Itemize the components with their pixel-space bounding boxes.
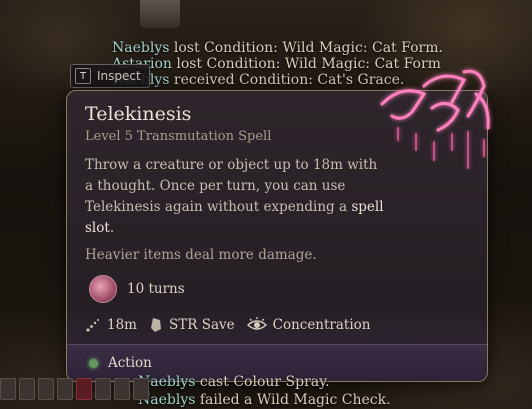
range-label: 18m <box>107 317 137 333</box>
concentration-label: Concentration <box>272 317 371 333</box>
duration-label: 10 turns <box>127 281 185 297</box>
spell-note: Heavier items deal more damage. <box>85 247 317 263</box>
hotbar-slot[interactable] <box>57 378 73 400</box>
log-line: Naeblys failed a Wild Magic Check. <box>138 392 391 408</box>
hotbar <box>0 378 149 400</box>
hotbar-slot[interactable] <box>0 378 16 400</box>
spell-subtitle: Level 5 Transmutation Spell <box>85 129 272 144</box>
character-figure <box>140 0 180 28</box>
log-line: Naeblys lost Condition: Wild Magic: Cat … <box>112 40 443 56</box>
concentration-property: Concentration <box>246 317 371 333</box>
save-icon <box>150 318 161 332</box>
log-line: Naeblys cast Colour Spray. <box>138 374 330 390</box>
concentration-icon <box>246 317 267 330</box>
hotbar-slot[interactable] <box>95 378 111 400</box>
spell-duration: 10 turns <box>89 275 185 303</box>
save-label: STR Save <box>168 317 235 333</box>
hotbar-slot[interactable] <box>19 378 35 400</box>
combat-log-bottom: Naeblys cast Colour Spray. Naeblys faile… <box>138 373 438 409</box>
hotbar-slot[interactable] <box>38 378 54 400</box>
spell-description: Throw a creature or object up to 18m wit… <box>85 157 384 236</box>
save-property: STR Save <box>149 317 235 333</box>
duration-icon <box>89 275 117 303</box>
spell-properties: 18m STR Save Concentration <box>85 317 371 333</box>
inspect-label: Inspect <box>97 69 141 83</box>
action-label: Action <box>108 355 152 371</box>
inspect-key-icon: T <box>75 68 91 84</box>
spell-title: Telekinesis <box>85 103 192 125</box>
range-icon <box>86 319 99 332</box>
hotbar-slot[interactable] <box>114 378 130 400</box>
action-dot-icon <box>89 358 98 368</box>
hotbar-slot[interactable] <box>133 378 149 400</box>
spell-art-icon <box>380 69 490 169</box>
range-property: 18m <box>85 317 137 333</box>
inspect-button[interactable]: T Inspect <box>70 64 150 88</box>
hotbar-slot[interactable] <box>76 378 92 400</box>
